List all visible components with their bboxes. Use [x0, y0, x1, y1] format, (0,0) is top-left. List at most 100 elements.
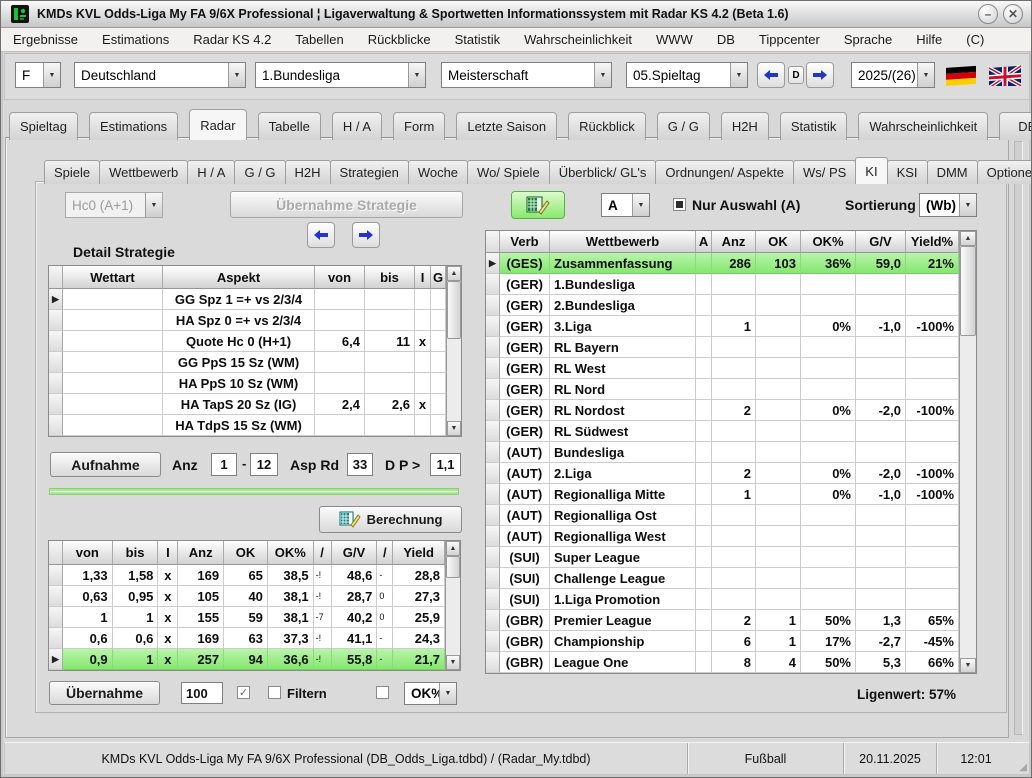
cell[interactable]	[756, 568, 801, 589]
cell[interactable]	[63, 394, 163, 415]
cell[interactable]	[856, 589, 906, 610]
cell[interactable]: (SUI)	[500, 568, 550, 589]
league-row[interactable]: (SUI)Challenge League	[486, 568, 959, 589]
row-selector[interactable]	[486, 358, 500, 379]
league-combo[interactable]: 1.Bundesliga ▼	[255, 62, 426, 88]
scroll-up-icon[interactable]: ▲	[960, 231, 976, 246]
tab-estimations[interactable]: Estimations	[89, 112, 178, 140]
league-row[interactable]: (AUT)Regionalliga West	[486, 526, 959, 547]
cell[interactable]: RL West	[550, 358, 696, 379]
cell[interactable]: 50%	[801, 610, 856, 631]
cell[interactable]	[801, 379, 856, 400]
cell[interactable]: -	[377, 649, 393, 670]
cell[interactable]: 169	[178, 628, 224, 649]
chevron-down-icon[interactable]: ▼	[730, 63, 747, 87]
cell[interactable]: 1	[712, 484, 756, 505]
cell[interactable]	[801, 547, 856, 568]
row-selector[interactable]	[486, 316, 500, 337]
cell[interactable]: RL Nord	[550, 379, 696, 400]
aufnahme-button[interactable]: Aufnahme	[50, 452, 161, 477]
menu-item-radar-ks-4-2[interactable]: Radar KS 4.2	[193, 32, 271, 47]
cell[interactable]	[431, 373, 446, 394]
cell[interactable]	[696, 442, 712, 463]
cell[interactable]	[756, 379, 801, 400]
subtab-ksi[interactable]: KSI	[887, 160, 928, 184]
cell[interactable]	[712, 568, 756, 589]
subtab-ordnungen-aspekte[interactable]: Ordnungen/ Aspekte	[655, 160, 794, 184]
tab-h-a[interactable]: H / A	[332, 112, 382, 140]
cell[interactable]: Super League	[550, 547, 696, 568]
cell[interactable]	[415, 415, 431, 436]
scrollbar-track[interactable]	[446, 556, 460, 655]
asp-rd-input[interactable]	[347, 453, 373, 476]
range-row[interactable]: 0,630,95x1054038,1-!28,7027,3	[49, 586, 445, 607]
cell[interactable]: 37,3	[268, 628, 314, 649]
cell[interactable]	[801, 358, 856, 379]
row-selector[interactable]	[486, 652, 500, 673]
row-selector[interactable]	[486, 379, 500, 400]
row-selector[interactable]	[49, 394, 63, 415]
cell[interactable]	[696, 253, 712, 274]
cell[interactable]	[63, 289, 163, 310]
cell[interactable]: 2,6	[365, 394, 415, 415]
cell[interactable]: (GER)	[500, 316, 550, 337]
cell[interactable]	[696, 568, 712, 589]
cell[interactable]	[906, 358, 959, 379]
cell[interactable]	[365, 310, 415, 331]
cell[interactable]	[906, 589, 959, 610]
scrollbar-thumb[interactable]	[447, 281, 461, 339]
cell[interactable]: 40	[224, 586, 268, 607]
cell[interactable]: 11	[365, 331, 415, 352]
cell[interactable]	[856, 295, 906, 316]
cell[interactable]	[415, 373, 431, 394]
cell[interactable]: 59,0	[856, 253, 906, 274]
tab-h2h[interactable]: H2H	[721, 112, 769, 140]
cell[interactable]: (GES)	[500, 253, 550, 274]
cell[interactable]	[906, 568, 959, 589]
cell[interactable]: -100%	[906, 316, 959, 337]
cell[interactable]	[801, 505, 856, 526]
cell[interactable]: HA PpS 10 Sz (WM)	[163, 373, 315, 394]
menu-item-c[interactable]: (C)	[966, 32, 984, 47]
cell[interactable]	[756, 505, 801, 526]
cell[interactable]: 28,7	[332, 586, 378, 607]
row-selector[interactable]	[486, 421, 500, 442]
cell[interactable]: 0%	[801, 463, 856, 484]
cell[interactable]	[696, 589, 712, 610]
league-row[interactable]: (GBR)Premier League2150%1,365%	[486, 610, 959, 631]
cell[interactable]: 1	[712, 316, 756, 337]
cell[interactable]: x	[158, 586, 178, 607]
cell[interactable]	[756, 337, 801, 358]
cell[interactable]	[431, 331, 446, 352]
cell[interactable]	[63, 373, 163, 394]
cell[interactable]	[856, 358, 906, 379]
subtab-woche[interactable]: Woche	[408, 160, 468, 184]
cell[interactable]: -	[377, 628, 393, 649]
amount-input[interactable]	[181, 682, 223, 704]
cell[interactable]	[906, 379, 959, 400]
tab-statistik[interactable]: Statistik	[780, 112, 848, 140]
cell[interactable]	[756, 295, 801, 316]
chevron-down-icon[interactable]: ▼	[917, 63, 934, 87]
chevron-down-icon[interactable]: ▼	[632, 194, 649, 216]
cell[interactable]: 2	[712, 610, 756, 631]
cell[interactable]: 1	[756, 631, 801, 652]
cell[interactable]: 103	[756, 253, 801, 274]
row-selector[interactable]	[49, 352, 63, 373]
cell[interactable]: 21,7	[393, 649, 445, 670]
cell[interactable]	[365, 289, 415, 310]
subtab-optionen[interactable]: Optionen	[977, 160, 1032, 184]
row-selector[interactable]	[486, 589, 500, 610]
cell[interactable]	[712, 547, 756, 568]
cell[interactable]	[696, 463, 712, 484]
f-combo[interactable]: F ▼	[15, 62, 61, 88]
cell[interactable]: 66%	[906, 652, 959, 673]
cell[interactable]: 0	[377, 586, 393, 607]
cell[interactable]: (GER)	[500, 358, 550, 379]
cell[interactable]: 1,33	[63, 565, 113, 586]
cell[interactable]: 1.Liga Promotion	[550, 589, 696, 610]
cell[interactable]	[856, 274, 906, 295]
cell[interactable]: -2,0	[856, 463, 906, 484]
cell[interactable]: 1	[113, 607, 159, 628]
row-selector[interactable]	[486, 463, 500, 484]
